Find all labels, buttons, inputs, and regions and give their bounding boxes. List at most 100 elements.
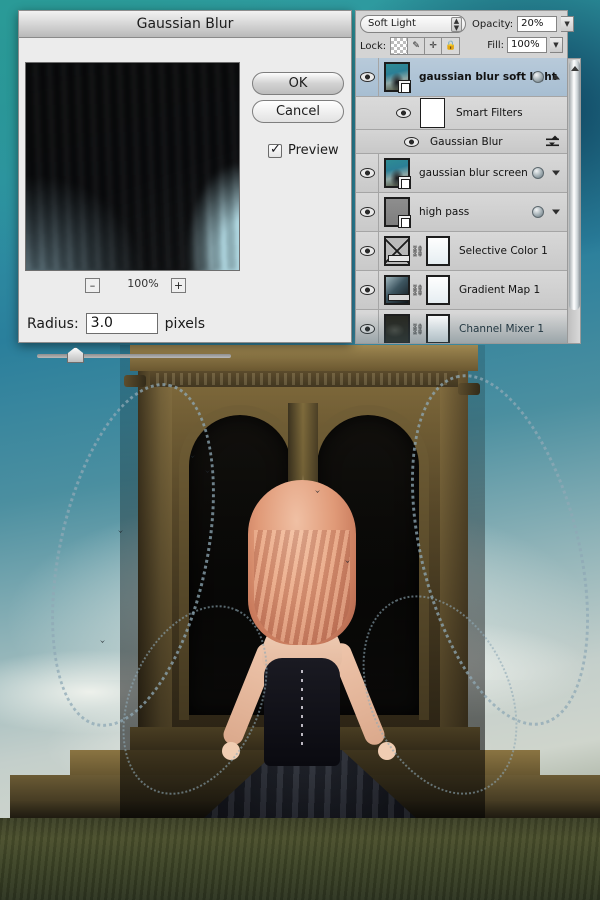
layer-row-smart-filters[interactable]: Smart Filters: [356, 97, 567, 130]
fill-dropdown-arrow-icon[interactable]: ▼: [550, 37, 563, 53]
smart-filter-mask-thumbnail[interactable]: [420, 98, 445, 128]
chevron-updown-icon[interactable]: ▲ ▼: [451, 17, 462, 32]
zoom-out-button[interactable]: –: [85, 278, 100, 293]
lock-position-move-icon[interactable]: ✛: [425, 38, 443, 54]
radius-label: Radius:: [27, 315, 79, 332]
cancel-button[interactable]: Cancel: [252, 100, 344, 123]
gargoyle-left: [124, 375, 146, 387]
smart-object-badge-icon: [398, 80, 411, 93]
layer-name[interactable]: Gaussian Blur: [430, 136, 503, 148]
grass-foreground: [0, 818, 600, 900]
layer-thumbnail[interactable]: [384, 275, 410, 305]
zoom-in-button[interactable]: +: [171, 278, 186, 293]
layer-row-high-pass[interactable]: high pass: [356, 193, 567, 232]
gaussian-blur-dialog[interactable]: Gaussian Blur – 100% + OK Cancel Preview…: [18, 10, 352, 363]
layers-scrollbar-thumb[interactable]: [569, 60, 580, 310]
layer-mask-thumbnail[interactable]: [426, 236, 450, 266]
lock-all-padlock-icon[interactable]: 🔒: [442, 38, 460, 54]
lock-button-group: ✎ ✛ 🔒: [390, 37, 461, 55]
layer-visibility-toggle[interactable]: [356, 58, 379, 96]
radius-input[interactable]: 3.0: [85, 313, 158, 334]
layer-name[interactable]: Channel Mixer 1: [459, 323, 544, 335]
ok-button[interactable]: OK: [252, 72, 344, 95]
layer-mask-thumbnail[interactable]: [426, 314, 450, 343]
layers-panel[interactable]: Soft Light ▲ ▼ Opacity: 20% ▼ Lock: ✎ ✛ 🔒…: [355, 10, 585, 344]
blend-mode-row: Soft Light ▲ ▼ Opacity: 20% ▼: [360, 15, 575, 33]
layer-thumbnail[interactable]: [384, 314, 410, 343]
layer-row-gaussian-blur-filter[interactable]: Gaussian Blur: [356, 130, 567, 154]
layer-thumbnail[interactable]: [384, 236, 410, 266]
layer-row-channel-mixer-1[interactable]: ⛓ Channel Mixer 1: [356, 310, 567, 343]
layer-row-gradient-map-1[interactable]: ⛓ Gradient Map 1: [356, 271, 567, 310]
layer-name[interactable]: Gradient Map 1: [459, 284, 540, 296]
red-hair: [248, 480, 356, 645]
radius-row: Radius: 3.0 pixels: [27, 313, 205, 334]
layer-thumbnail[interactable]: [384, 62, 411, 93]
blend-mode-value: Soft Light: [368, 18, 416, 29]
layer-visibility-toggle[interactable]: [356, 232, 379, 270]
scroll-up-arrow-icon[interactable]: [571, 66, 579, 71]
radius-slider-track[interactable]: [37, 354, 231, 358]
filter-blending-options-icon[interactable]: [546, 135, 559, 147]
smart-object-badge-icon: [398, 176, 411, 189]
layer-name[interactable]: Selective Color 1: [459, 245, 548, 257]
layer-visibility-toggle[interactable]: [356, 271, 379, 309]
chevron-down-icon[interactable]: [552, 170, 560, 176]
smart-filters-spacer: [356, 97, 379, 129]
lock-image-pixels-brush-icon[interactable]: ✎: [408, 38, 426, 54]
chevron-down-icon[interactable]: [552, 209, 560, 215]
opacity-input[interactable]: 20%: [517, 16, 558, 32]
layer-visibility-toggle[interactable]: [356, 154, 379, 192]
preview-checkbox-group[interactable]: Preview: [268, 142, 339, 158]
link-mask-icon[interactable]: ⛓: [411, 283, 425, 297]
layer-row-gaussian-blur-soft-light[interactable]: gaussian blur soft light: [356, 58, 567, 97]
layer-visibility-toggle[interactable]: [356, 193, 379, 231]
layer-effects-icon[interactable]: [532, 71, 544, 83]
link-mask-icon[interactable]: ⛓: [411, 322, 425, 336]
preview-zoom-controls: – 100% +: [25, 277, 240, 296]
layer-name[interactable]: gaussian blur screen: [419, 167, 528, 179]
layers-list[interactable]: gaussian blur soft light Smart Filters G…: [355, 58, 568, 344]
dialog-title: Gaussian Blur: [19, 11, 351, 38]
blend-mode-select[interactable]: Soft Light ▲ ▼: [360, 15, 466, 33]
radius-units-label: pixels: [164, 315, 206, 332]
zoom-level-label: 100%: [127, 277, 159, 290]
opacity-dropdown-arrow-icon[interactable]: ▼: [561, 16, 575, 32]
layer-mask-thumbnail[interactable]: [426, 275, 450, 305]
fill-input[interactable]: 100%: [507, 37, 547, 53]
opacity-label: Opacity:: [472, 18, 514, 30]
dialog-body: – 100% + OK Cancel Preview Radius: 3.0 p…: [19, 38, 351, 363]
preview-checkbox-label: Preview: [288, 143, 339, 158]
fill-label: Fill:: [487, 39, 504, 51]
layer-visibility-toggle[interactable]: [356, 310, 379, 343]
layer-row-gaussian-blur-screen[interactable]: gaussian blur screen: [356, 154, 567, 193]
eye-icon[interactable]: [359, 168, 375, 178]
eye-icon[interactable]: [359, 72, 375, 82]
layer-name[interactable]: high pass: [419, 206, 469, 218]
monument-inscription-frieze: [150, 371, 458, 387]
preview-checkbox[interactable]: [268, 142, 282, 158]
smart-object-badge-icon: [398, 215, 411, 228]
filter-spacer: [356, 130, 379, 153]
eye-icon[interactable]: [359, 246, 375, 256]
fill-row: Fill: 100% ▼: [485, 37, 563, 53]
layer-thumbnail[interactable]: [384, 158, 411, 189]
eye-icon[interactable]: [404, 136, 419, 147]
eye-icon[interactable]: [359, 285, 375, 295]
chevron-up-icon[interactable]: [552, 74, 560, 80]
filter-preview[interactable]: [25, 62, 240, 271]
lock-label: Lock:: [360, 40, 387, 52]
layer-row-selective-color-1[interactable]: ⛓ Selective Color 1: [356, 232, 567, 271]
eye-icon[interactable]: [359, 324, 375, 334]
gown-bodice: [264, 658, 340, 766]
eye-icon[interactable]: [396, 108, 411, 118]
layers-panel-toolbar: Soft Light ▲ ▼ Opacity: 20% ▼ Lock: ✎ ✛ 🔒…: [355, 10, 575, 58]
lock-transparent-pixels-icon[interactable]: [391, 38, 409, 54]
eye-icon[interactable]: [359, 207, 375, 217]
link-mask-icon[interactable]: ⛓: [411, 244, 425, 258]
layer-thumbnail[interactable]: [384, 197, 411, 228]
layer-name[interactable]: Smart Filters: [456, 107, 523, 119]
photoshop-screen: Gaussian Blur – 100% + OK Cancel Preview…: [0, 0, 600, 900]
layer-effects-icon[interactable]: [532, 206, 544, 218]
layer-effects-icon[interactable]: [532, 167, 544, 179]
